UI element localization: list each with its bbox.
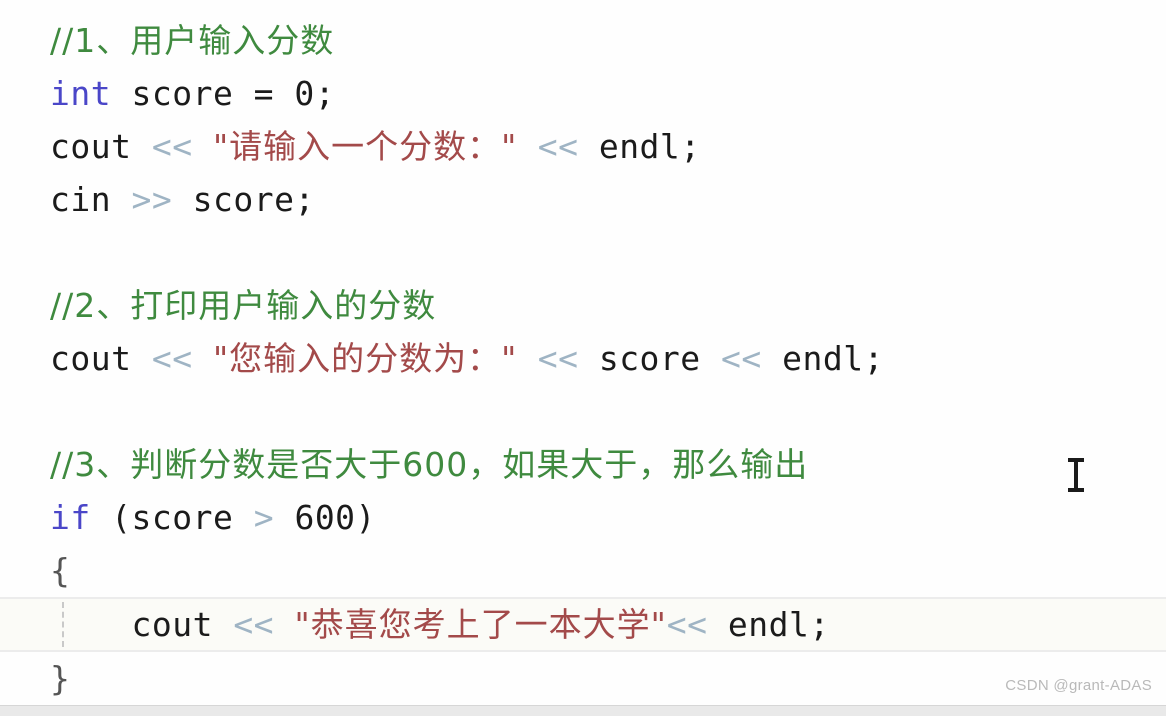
token-op: <<: [666, 605, 708, 644]
token-string: "您输入的分数为：": [212, 339, 518, 378]
token-op: <<: [151, 127, 193, 166]
token-plain: cout: [50, 127, 152, 166]
token-op: <<: [537, 339, 579, 378]
horizontal-scrollbar[interactable]: [0, 705, 1166, 716]
token-comment: //3、判断分数是否大于600，如果大于，那么输出: [50, 445, 809, 484]
token-comment: //1、用户输入分数: [50, 21, 335, 60]
token-keyword: int: [50, 74, 112, 113]
line-1-comment[interactable]: //1、用户输入分数: [0, 14, 1166, 67]
line-6-comment[interactable]: //2、打印用户输入的分数: [0, 279, 1166, 332]
line-11-open-brace[interactable]: {: [0, 544, 1166, 597]
token-plain: cout: [50, 339, 152, 378]
token-plain: (score: [90, 498, 254, 537]
token-string: "请输入一个分数：": [212, 127, 518, 166]
token-op: <<: [721, 339, 762, 378]
line-8-blank[interactable]: [0, 385, 1166, 438]
code-editor-text-area[interactable]: //1、用户输入分数 int score = 0; cout << "请输入一个分数…: [0, 0, 1166, 716]
line-7-cout-score[interactable]: cout << "您输入的分数为：" << score << endl;: [0, 332, 1166, 385]
token-plain: endl;: [578, 127, 701, 166]
line-5-blank[interactable]: [0, 226, 1166, 279]
line-4-cin-score[interactable]: cin >> score;: [0, 173, 1166, 226]
token-plain: score;: [172, 180, 315, 219]
token-plain: cout: [50, 605, 234, 644]
line-9-comment[interactable]: //3、判断分数是否大于600，如果大于，那么输出: [0, 438, 1166, 491]
token-brace: }: [50, 659, 71, 698]
line-2-int-score[interactable]: int score = 0;: [0, 67, 1166, 120]
watermark-label: CSDN @grant-ADAS: [1005, 677, 1152, 694]
token-plain: 600): [274, 498, 376, 537]
line-12-cout-congrats[interactable]: cout << "恭喜您考上了一本大学"<< endl;: [0, 597, 1166, 652]
token-plain: endl;: [707, 605, 830, 644]
token-plain: cin: [50, 180, 132, 219]
token-op: <<: [151, 339, 193, 378]
token-keyword: if: [50, 498, 91, 537]
token-op: <<: [537, 127, 579, 166]
code-editor-window[interactable]: //1、用户输入分数 int score = 0; cout << "请输入一个分数…: [0, 0, 1166, 716]
line-3-cout-prompt[interactable]: cout << "请输入一个分数：" << endl;: [0, 120, 1166, 173]
line-10-if[interactable]: if (score > 600): [0, 491, 1166, 544]
token-plain: score: [578, 339, 722, 378]
indent-guide: [62, 602, 64, 647]
token-op: >: [253, 498, 275, 537]
token-plain: score = 0;: [111, 74, 336, 113]
token-op: >>: [131, 180, 173, 219]
line-13-close-brace[interactable]: }: [0, 652, 1166, 705]
token-op: <<: [233, 605, 275, 644]
token-comment: //2、打印用户输入的分数: [50, 286, 437, 325]
token-plain: endl;: [761, 339, 884, 378]
token-string: "恭喜您考上了一本大学": [294, 605, 667, 644]
token-brace: {: [50, 551, 71, 590]
